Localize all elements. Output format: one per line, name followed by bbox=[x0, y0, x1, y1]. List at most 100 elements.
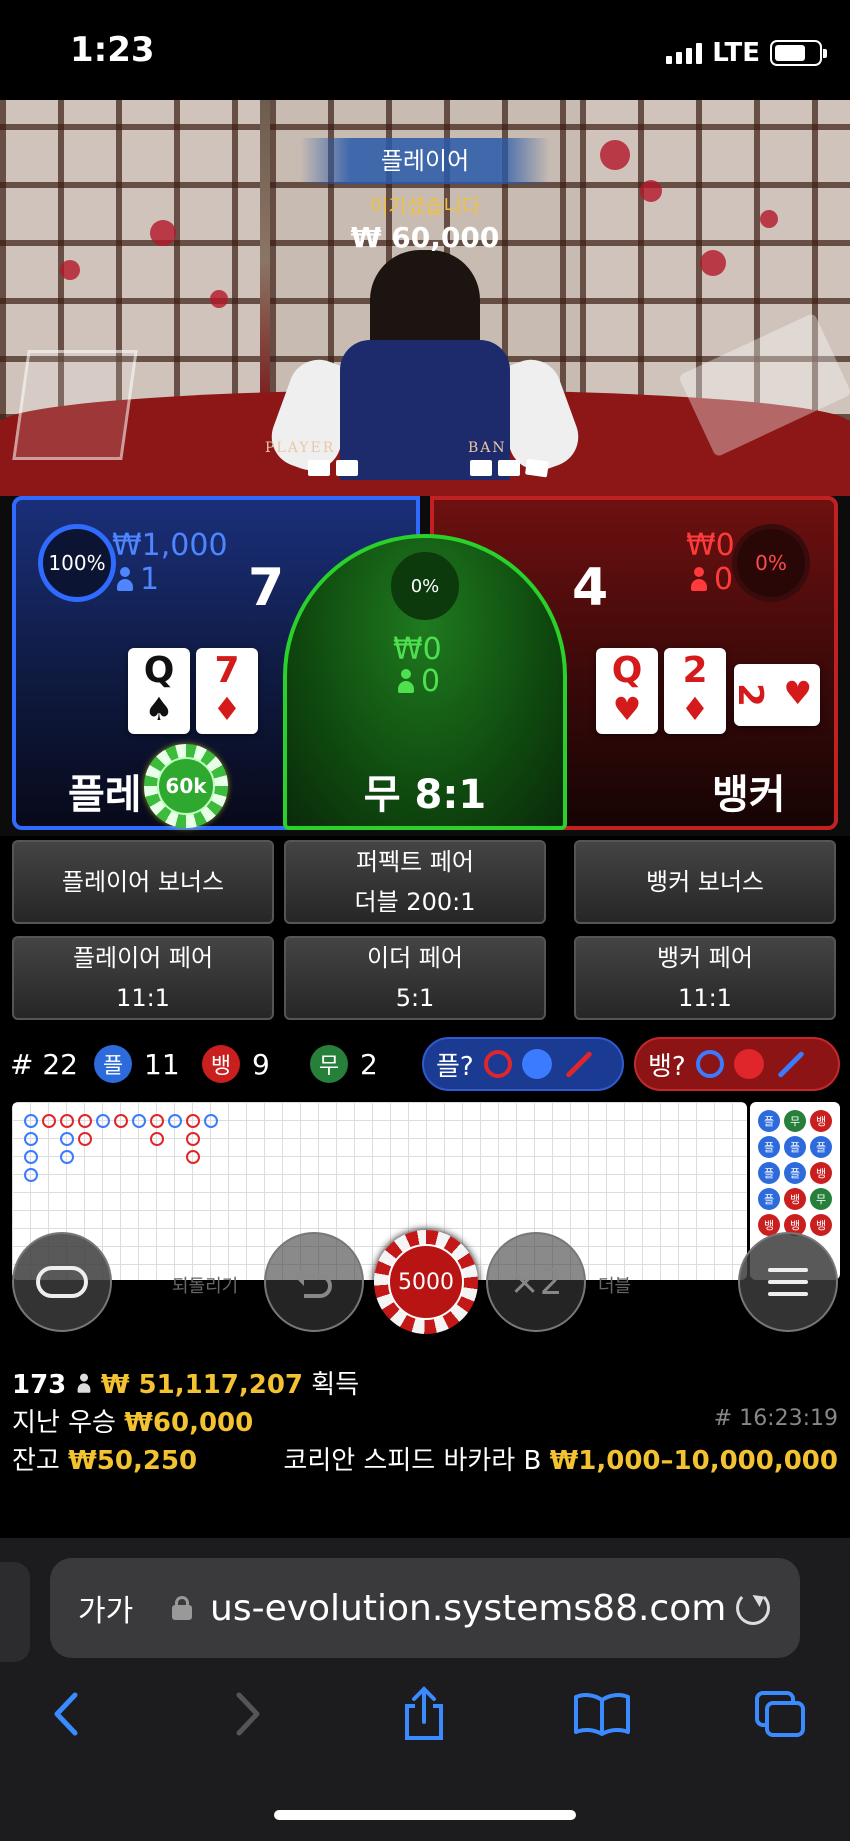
person-icon bbox=[76, 1373, 90, 1395]
round-count: # 22 bbox=[10, 1047, 78, 1081]
tie-wins-count: 2 bbox=[360, 1047, 378, 1081]
banker-amount: ₩0 bbox=[686, 528, 735, 563]
either-pair-button[interactable]: 이더 페어 5:1 bbox=[284, 936, 546, 1020]
back-button[interactable] bbox=[36, 1684, 96, 1744]
chat-icon bbox=[36, 1266, 88, 1298]
tie-label: 무 8:1 bbox=[363, 772, 487, 818]
scoreboard-roadmap[interactable] bbox=[12, 1102, 747, 1280]
status-bar: 1:23 LTE bbox=[0, 0, 850, 100]
text-size-button[interactable]: 가가 bbox=[78, 1586, 133, 1630]
tie-amount-line: ₩0 bbox=[393, 632, 442, 667]
chip-selector[interactable]: 5000 bbox=[374, 1230, 478, 1334]
book-icon bbox=[574, 1693, 630, 1736]
tabs-button[interactable] bbox=[750, 1684, 810, 1744]
person-icon bbox=[116, 566, 134, 593]
dealer bbox=[263, 250, 587, 480]
bookmarks-button[interactable] bbox=[572, 1684, 632, 1744]
status-indicators: LTE bbox=[666, 38, 827, 68]
person-icon bbox=[690, 566, 708, 593]
players-online: 173 bbox=[12, 1370, 67, 1400]
player-wins-count: 11 bbox=[144, 1047, 180, 1081]
small-road-icon bbox=[733, 1049, 764, 1079]
banker-card-2: 2 ♦ bbox=[664, 648, 726, 734]
player-bet-chip[interactable]: 60k bbox=[144, 744, 228, 828]
tie-amount: ₩0 bbox=[393, 632, 442, 667]
player-percent: 100% bbox=[38, 524, 116, 602]
banker-predict-button[interactable]: 뱅? bbox=[634, 1037, 840, 1091]
chat-button[interactable] bbox=[12, 1232, 112, 1332]
banker-bonus-button[interactable]: 뱅커 보너스 bbox=[574, 840, 836, 924]
tabs-icon bbox=[755, 1691, 805, 1737]
menu-icon bbox=[768, 1268, 808, 1296]
status-time: 1:23 bbox=[70, 30, 155, 70]
last-win-label: 지난 우승 bbox=[12, 1408, 116, 1438]
previous-tab[interactable] bbox=[0, 1562, 30, 1662]
banker-wins-badge: 뱅 bbox=[202, 1045, 240, 1083]
bet-limits: ₩1,000–10,000,000 bbox=[549, 1446, 838, 1476]
banker-score: 4 bbox=[572, 558, 609, 618]
total-won-suffix: 획득 bbox=[311, 1370, 360, 1400]
perfect-pair-button[interactable]: 퍼펙트 페어 더블 200:1 bbox=[284, 840, 546, 924]
table-name: 코리안 스피드 바카라 B bbox=[283, 1446, 542, 1476]
address-bar[interactable]: 가가 us-evolution.systems88.com bbox=[50, 1558, 800, 1658]
banker-amount-line: ₩0 bbox=[686, 528, 735, 563]
balance-info: 잔고 ₩50,250 bbox=[12, 1440, 197, 1477]
banker-wins-count: 9 bbox=[252, 1047, 270, 1081]
player-card-1: Q ♠ bbox=[128, 648, 190, 734]
last-win-amount: ₩60,000 bbox=[124, 1408, 254, 1438]
forward-icon bbox=[236, 1692, 260, 1736]
banker-label: 뱅커 bbox=[712, 772, 786, 818]
balance-amount: ₩50,250 bbox=[68, 1446, 198, 1476]
round-time: # 16:23:19 bbox=[713, 1406, 838, 1431]
banker-percent: 0% bbox=[732, 524, 810, 602]
double-label: 더블 bbox=[598, 1276, 632, 1297]
tie-bet-spot[interactable]: 0% ₩0 0 무 8:1 bbox=[283, 534, 567, 830]
player-pair-button[interactable]: 플레이어 페어 11:1 bbox=[12, 936, 274, 1020]
player-predict-button[interactable]: 플? bbox=[422, 1037, 624, 1091]
small-road-icon bbox=[521, 1049, 552, 1079]
player-bonus-button[interactable]: 플레이어 보너스 bbox=[12, 840, 274, 924]
person-icon bbox=[397, 668, 415, 695]
double-button[interactable]: ×2 bbox=[486, 1232, 586, 1332]
cockroach-icon bbox=[776, 1050, 805, 1078]
undo-icon bbox=[294, 1266, 332, 1298]
undo-button[interactable] bbox=[264, 1232, 364, 1332]
player-card-2: 7 ♦ bbox=[196, 648, 258, 734]
player-wins-badge: 플 bbox=[94, 1045, 132, 1083]
table-player-text: PLAYER bbox=[265, 440, 336, 456]
balance-label: 잔고 bbox=[12, 1446, 60, 1476]
battery-icon bbox=[770, 40, 827, 66]
double-icon: ×2 bbox=[509, 1261, 563, 1303]
cockroach-icon bbox=[564, 1050, 593, 1078]
betting-area: 100% ₩1,000 1 7 Q ♠ 7 ♦ 플레이어 60k 0% ₩0 0 4… bbox=[0, 496, 850, 836]
player-amount: ₩1,000 bbox=[112, 528, 228, 563]
big-eye-icon bbox=[695, 1050, 724, 1078]
round-stats: # 22 플 11 뱅 9 무 2 플? 뱅? bbox=[0, 1032, 850, 1096]
menu-button[interactable] bbox=[738, 1232, 838, 1332]
tie-wins-badge: 무 bbox=[310, 1045, 348, 1083]
signal-icon bbox=[666, 42, 703, 64]
banker-count-line: 0 bbox=[690, 562, 733, 597]
banker-card-3: 2 ♥ bbox=[730, 664, 820, 726]
home-indicator[interactable] bbox=[274, 1810, 576, 1820]
tie-percent: 0% bbox=[391, 552, 459, 620]
back-icon bbox=[54, 1692, 78, 1736]
result-message: 이기셨습니다 bbox=[369, 194, 481, 218]
banker-count: 0 bbox=[714, 562, 734, 597]
forward-button[interactable] bbox=[218, 1684, 278, 1744]
url-text[interactable]: us-evolution.systems88.com bbox=[210, 1588, 726, 1629]
share-button[interactable] bbox=[394, 1684, 454, 1744]
reload-icon[interactable] bbox=[736, 1591, 770, 1625]
lock-icon bbox=[172, 1596, 192, 1620]
result-amount: ₩ 60,000 bbox=[350, 221, 500, 254]
share-icon bbox=[405, 1686, 443, 1740]
banker-card-1: Q ♥ bbox=[596, 648, 658, 734]
player-count: 1 bbox=[140, 562, 160, 597]
result-label: 플레이어 bbox=[300, 138, 550, 184]
chip-value: 5000 bbox=[388, 1244, 464, 1320]
browser-toolbar: 가가 us-evolution.systems88.com bbox=[0, 1538, 850, 1841]
table-banker-text: BAN bbox=[468, 440, 507, 456]
discard-tray bbox=[12, 350, 138, 460]
undo-label: 되돌리기 bbox=[172, 1276, 239, 1297]
banker-pair-button[interactable]: 뱅커 페어 11:1 bbox=[574, 936, 836, 1020]
